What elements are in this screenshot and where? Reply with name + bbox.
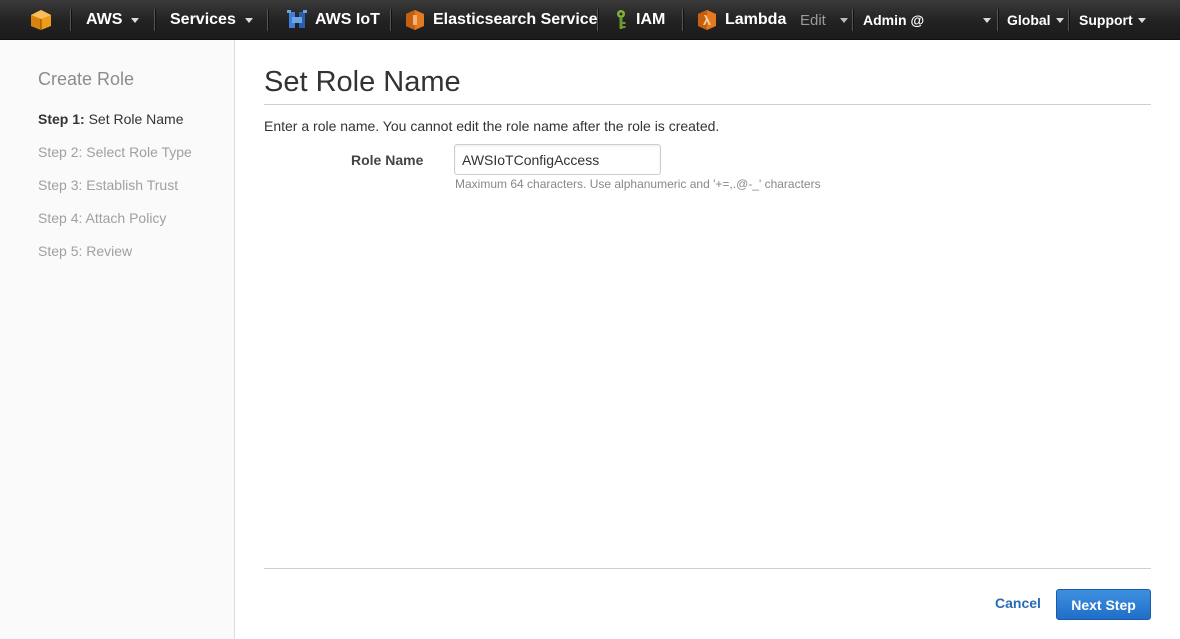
next-step-button[interactable]: Next Step	[1056, 589, 1151, 620]
nav-separator	[154, 9, 155, 31]
step-label: Review	[86, 243, 133, 259]
edit-menu-label: Edit	[800, 11, 826, 29]
account-menu[interactable]: Admin @	[863, 0, 924, 40]
nav-separator	[852, 9, 853, 31]
step-number: Step 4:	[38, 210, 83, 226]
aws-iot-label: AWS IoT	[315, 11, 380, 28]
wizard-step-5: Step 5: Review	[38, 243, 132, 259]
services-menu-label: Services	[170, 11, 236, 28]
wizard-sidebar: Create Role Step 1: Set Role Name Step 2…	[0, 40, 235, 639]
step-label: Attach Policy	[85, 210, 167, 226]
lambda-label: Lambda	[725, 11, 787, 28]
edit-menu[interactable]: Edit	[800, 0, 848, 40]
aws-menu[interactable]: AWS	[86, 0, 140, 40]
step-number: Step 3:	[38, 177, 83, 193]
role-name-hint: Maximum 64 characters. Use alphanumeric …	[455, 177, 821, 191]
wizard-step-4: Step 4: Attach Policy	[38, 210, 166, 226]
instructions-text: Enter a role name. You cannot edit the r…	[264, 118, 720, 134]
nav-separator	[682, 9, 683, 31]
wizard-step-2: Step 2: Select Role Type	[38, 144, 192, 160]
role-name-input[interactable]	[454, 144, 661, 175]
step-number: Step 1:	[38, 111, 85, 127]
step-label: Set Role Name	[88, 111, 184, 127]
aws-logo-icon[interactable]	[30, 0, 52, 40]
chevron-down-icon	[1137, 17, 1146, 23]
elasticsearch-service-label: Elasticsearch Service	[433, 11, 598, 28]
aws-iot-icon	[287, 10, 307, 28]
chevron-down-icon	[839, 17, 848, 23]
iam-shortcut[interactable]: IAM	[614, 0, 665, 40]
nav-separator	[70, 9, 71, 31]
lambda-shortcut[interactable]: Lambda	[697, 0, 786, 40]
aws-menu-label: AWS	[86, 11, 123, 28]
wizard-step-3: Step 3: Establish Trust	[38, 177, 178, 193]
top-navigation-bar: AWS Services AWS IoT Elasticsearch Servi…	[0, 0, 1180, 40]
support-menu[interactable]: Support	[1079, 0, 1146, 40]
footer-divider	[264, 568, 1151, 569]
page-title: Set Role Name	[264, 66, 461, 98]
chevron-down-icon	[983, 17, 991, 23]
iam-label: IAM	[636, 11, 666, 28]
support-menu-label: Support	[1079, 12, 1133, 28]
elasticsearch-service-shortcut[interactable]: Elasticsearch Service	[405, 0, 598, 40]
step-number: Step 2:	[38, 144, 83, 160]
aws-cube-icon	[31, 10, 51, 30]
nav-separator	[997, 9, 998, 31]
title-divider	[264, 104, 1151, 105]
nav-separator	[597, 9, 598, 31]
lambda-icon	[698, 10, 716, 30]
region-menu[interactable]: Global	[1007, 0, 1064, 40]
sidebar-title: Create Role	[38, 69, 135, 89]
cancel-link[interactable]: Cancel	[995, 595, 1041, 611]
iam-key-icon	[617, 10, 626, 29]
elasticsearch-service-icon	[406, 10, 424, 30]
region-menu-label: Global	[1007, 12, 1051, 28]
step-label: Establish Trust	[86, 177, 179, 193]
nav-separator	[390, 9, 391, 31]
wizard-step-1[interactable]: Step 1: Set Role Name	[38, 111, 184, 127]
nav-separator	[1068, 9, 1069, 31]
chevron-down-icon	[131, 17, 140, 23]
nav-separator	[267, 9, 268, 31]
account-menu-label: Admin @	[863, 12, 925, 28]
step-label: Select Role Type	[86, 144, 192, 160]
role-name-label: Role Name	[351, 152, 424, 168]
aws-iot-shortcut[interactable]: AWS IoT	[287, 0, 380, 40]
account-menu-toggle[interactable]	[974, 0, 991, 40]
step-number: Step 5:	[38, 243, 83, 259]
chevron-down-icon	[244, 17, 253, 23]
chevron-down-icon	[1055, 17, 1064, 23]
services-menu[interactable]: Services	[170, 0, 253, 40]
